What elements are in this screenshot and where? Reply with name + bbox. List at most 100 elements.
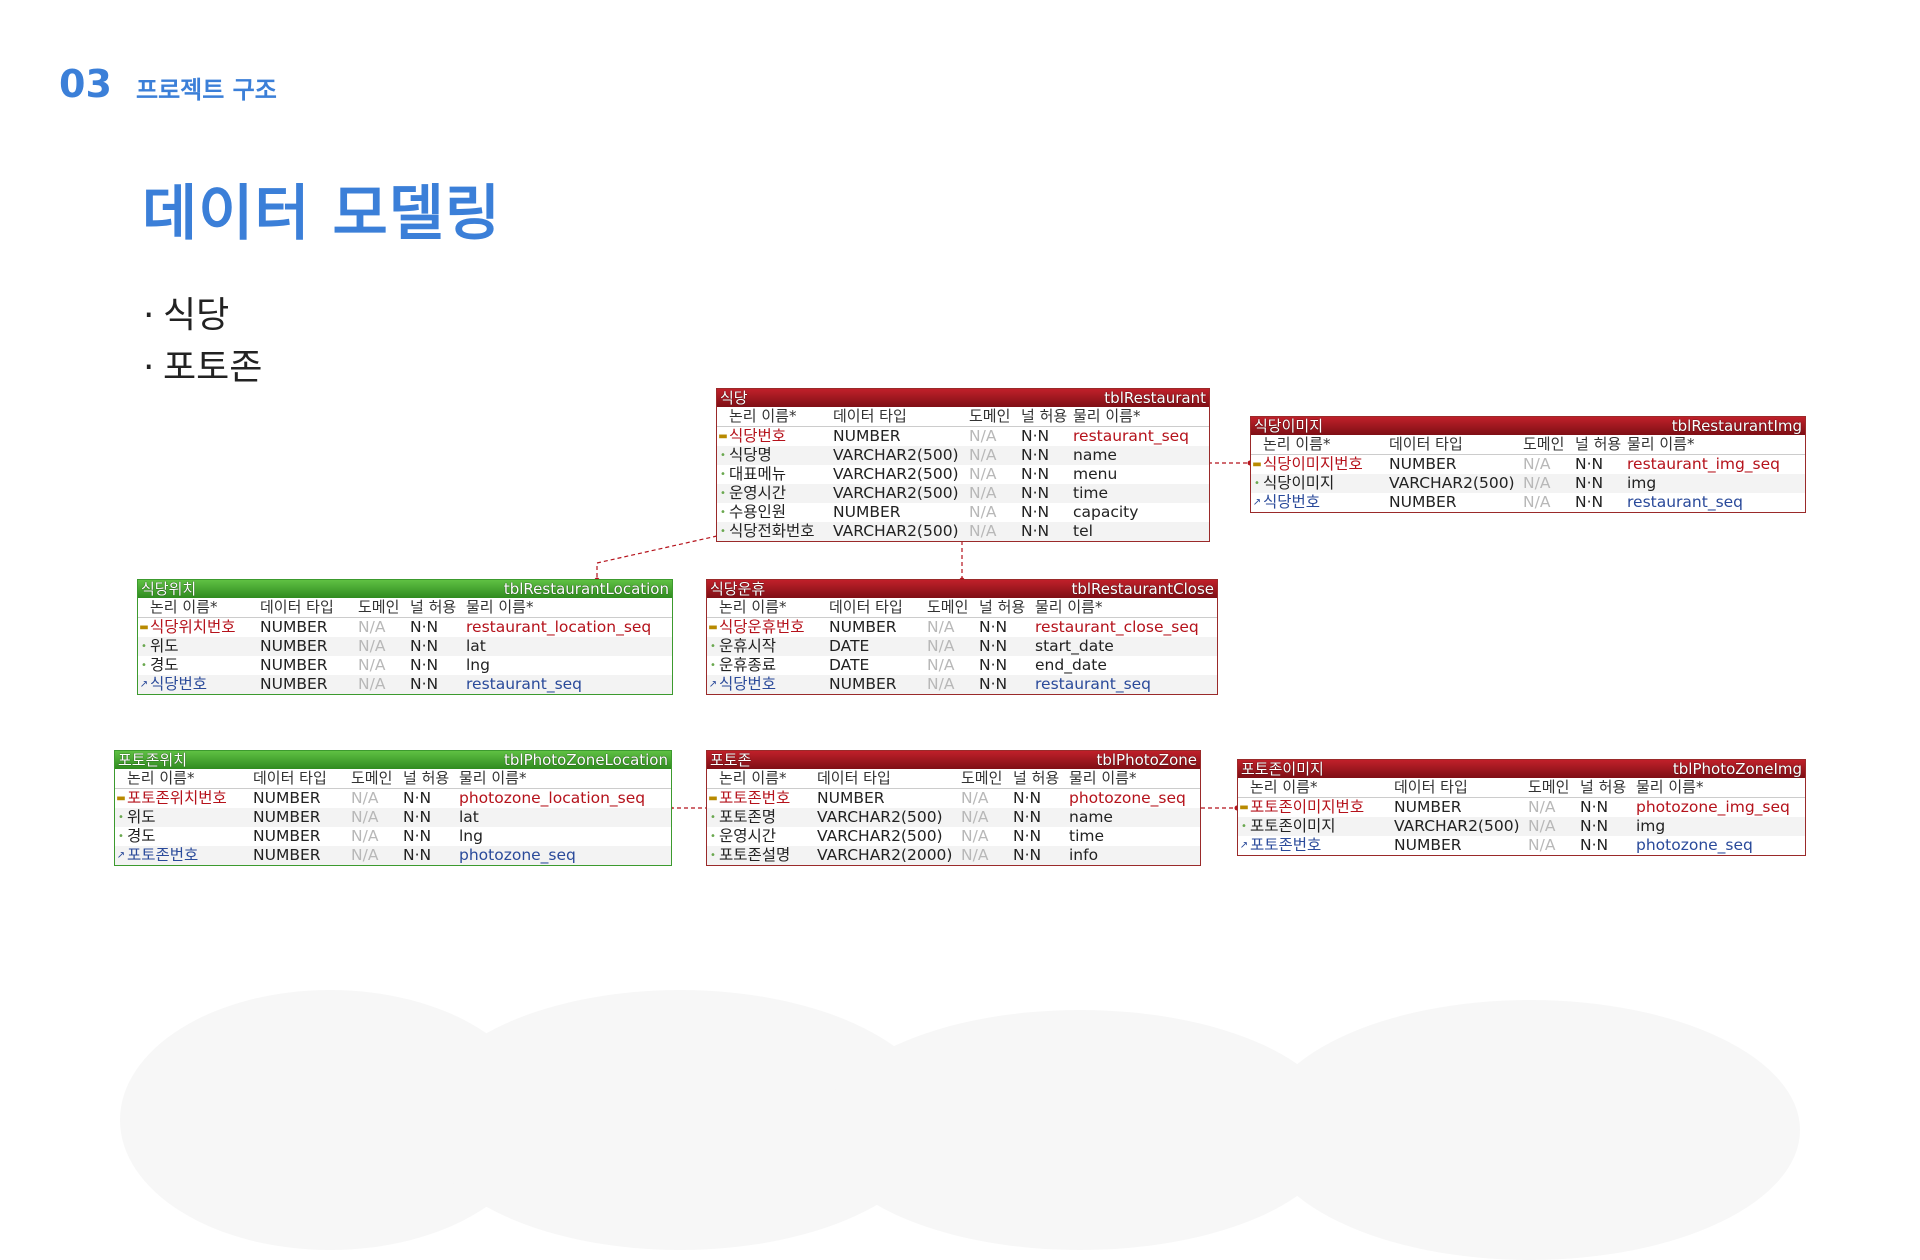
cell-logical: 식당번호 bbox=[729, 427, 787, 445]
cell-null: N·N bbox=[979, 618, 1008, 636]
cell-logical: 대표메뉴 bbox=[729, 465, 787, 483]
cell-type: NUMBER bbox=[829, 675, 897, 693]
cell-logical: 포토존번호 bbox=[1250, 836, 1322, 854]
cell-type: NUMBER bbox=[253, 827, 321, 845]
column-header-row: 논리 이름* 데이터 타입 도메인 널 허용 물리 이름* bbox=[1238, 778, 1805, 798]
table-row[interactable]: ▬ 포토존이미지번호 NUMBER N/A N·N photozone_img_seq bbox=[1238, 798, 1805, 817]
table-row[interactable]: • 식당명 VARCHAR2(500) N/A N·N name bbox=[717, 446, 1209, 465]
cell-null: N·N bbox=[1580, 817, 1609, 835]
table-photozone[interactable]: 포토존 tblPhotoZone 논리 이름* 데이터 타입 도메인 널 허용 물리 이름*… bbox=[706, 750, 1201, 866]
cell-type: DATE bbox=[829, 656, 870, 674]
attribute-icon: • bbox=[141, 660, 147, 671]
table-row[interactable]: • 경도 NUMBER N/A N·N lng bbox=[115, 827, 671, 846]
cell-domain: N/A bbox=[927, 656, 955, 674]
table-row[interactable]: ↗ 식당번호 NUMBER N/A N·N restaurant_seq bbox=[1251, 493, 1805, 512]
column-header bbox=[1238, 778, 1250, 797]
table-row[interactable]: ▬ 포토존번호 NUMBER N/A N·N photozone_seq bbox=[707, 789, 1200, 808]
cell-type: VARCHAR2(500) bbox=[833, 484, 959, 502]
cell-domain: N/A bbox=[351, 827, 379, 845]
table-row[interactable]: ↗ 식당번호 NUMBER N/A N·N restaurant_seq bbox=[707, 675, 1217, 694]
cell-type: VARCHAR2(500) bbox=[1389, 474, 1515, 492]
cell-physical: restaurant_close_seq bbox=[1035, 618, 1199, 636]
table-row[interactable]: • 포토존설명 VARCHAR2(2000) N/A N·N info bbox=[707, 846, 1200, 865]
cell-physical: restaurant_img_seq bbox=[1627, 455, 1781, 473]
column-header-row: 논리 이름* 데이터 타입 도메인 널 허용 물리 이름* bbox=[707, 598, 1217, 618]
table-logical-name: 포토존위치 bbox=[118, 751, 188, 769]
cell-domain: N/A bbox=[969, 503, 997, 521]
table-row[interactable]: ▬ 식당번호 NUMBER N/A N·N restaurant_seq bbox=[717, 427, 1209, 446]
table-row[interactable]: ↗ 포토존번호 NUMBER N/A N·N photozone_seq bbox=[115, 846, 671, 865]
table-row[interactable]: • 위도 NUMBER N/A N·N lat bbox=[115, 808, 671, 827]
column-header: 널 허용 bbox=[403, 769, 450, 787]
cell-domain: N/A bbox=[351, 846, 379, 864]
cell-logical: 포토존이미지 bbox=[1250, 817, 1336, 835]
table-row[interactable]: ↗ 포토존번호 NUMBER N/A N·N photozone_seq bbox=[1238, 836, 1805, 855]
table-row[interactable]: • 운영시간 VARCHAR2(500) N/A N·N time bbox=[717, 484, 1209, 503]
column-header: 널 허용 bbox=[1580, 778, 1627, 796]
column-header: 도메인 bbox=[1523, 435, 1565, 453]
table-row[interactable]: • 식당전화번호 VARCHAR2(500) N/A N·N tel bbox=[717, 522, 1209, 541]
table-restaurant-img[interactable]: 식당이미지 tblRestaurantImg 논리 이름* 데이터 타입 도메인 널 허용… bbox=[1250, 416, 1806, 513]
attribute-icon: • bbox=[710, 660, 716, 671]
column-header bbox=[1251, 435, 1263, 454]
cell-type: NUMBER bbox=[260, 656, 328, 674]
cell-physical: lng bbox=[466, 656, 490, 674]
foreign-key-icon: ↗ bbox=[1252, 497, 1262, 508]
cell-physical: start_date bbox=[1035, 637, 1114, 655]
cell-domain: N/A bbox=[961, 827, 989, 845]
table-row[interactable]: • 포토존이미지 VARCHAR2(500) N/A N·N img bbox=[1238, 817, 1805, 836]
table-title-bar: 식당운휴 tblRestaurantClose bbox=[707, 580, 1217, 598]
cell-domain: N/A bbox=[969, 427, 997, 445]
table-title-bar: 포토존 tblPhotoZone bbox=[707, 751, 1200, 769]
table-row[interactable]: • 포토존명 VARCHAR2(500) N/A N·N name bbox=[707, 808, 1200, 827]
table-photozone-location[interactable]: 포토존위치 tblPhotoZoneLocation 논리 이름* 데이터 타입 도메인… bbox=[114, 750, 672, 866]
cell-physical: photozone_location_seq bbox=[459, 789, 646, 807]
table-row[interactable]: ▬ 식당이미지번호 NUMBER N/A N·N restaurant_img_seq bbox=[1251, 455, 1805, 474]
cell-physical: restaurant_seq bbox=[1035, 675, 1152, 693]
primary-key-icon: ▬ bbox=[116, 793, 126, 804]
column-header: 도메인 bbox=[351, 769, 393, 787]
table-physical-name: tblPhotoZone bbox=[1096, 751, 1197, 769]
table-row[interactable]: • 운휴시작 DATE N/A N·N start_date bbox=[707, 637, 1217, 656]
table-row[interactable]: ▬ 포토존위치번호 NUMBER N/A N·N photozone_location_s… bbox=[115, 789, 671, 808]
cell-domain: N/A bbox=[358, 656, 386, 674]
table-restaurant-location[interactable]: 식당위치 tblRestaurantLocation 논리 이름* 데이터 타입 도메인… bbox=[137, 579, 673, 695]
cell-logical: 식당명 bbox=[729, 446, 772, 464]
primary-key-icon: ▬ bbox=[139, 622, 149, 633]
cell-physical: menu bbox=[1073, 465, 1118, 483]
table-row[interactable]: • 경도 NUMBER N/A N·N lng bbox=[138, 656, 672, 675]
cell-physical: img bbox=[1636, 817, 1666, 835]
cell-logical: 포토존번호 bbox=[719, 789, 791, 807]
cell-logical: 포토존위치번호 bbox=[127, 789, 227, 807]
column-header: 논리 이름* bbox=[719, 769, 787, 787]
cell-physical: name bbox=[1069, 808, 1113, 826]
table-row[interactable]: ▬ 식당운휴번호 NUMBER N/A N·N restaurant_close_seq bbox=[707, 618, 1217, 637]
table-physical-name: tblRestaurantImg bbox=[1671, 417, 1802, 435]
cell-logical: 식당운휴번호 bbox=[719, 618, 805, 636]
table-row[interactable]: • 운영시간 VARCHAR2(500) N/A N·N time bbox=[707, 827, 1200, 846]
table-row[interactable]: • 식당이미지 VARCHAR2(500) N/A N·N img bbox=[1251, 474, 1805, 493]
attribute-icon: • bbox=[720, 526, 726, 537]
table-restaurant-close[interactable]: 식당운휴 tblRestaurantClose 논리 이름* 데이터 타입 도메인 널 허… bbox=[706, 579, 1218, 695]
table-row[interactable]: • 대표메뉴 VARCHAR2(500) N/A N·N menu bbox=[717, 465, 1209, 484]
table-row[interactable]: ↗ 식당번호 NUMBER N/A N·N restaurant_seq bbox=[138, 675, 672, 694]
cell-null: N·N bbox=[1013, 827, 1042, 845]
table-row[interactable]: • 위도 NUMBER N/A N·N lat bbox=[138, 637, 672, 656]
table-logical-name: 식당운휴 bbox=[710, 580, 766, 598]
column-header: 물리 이름* bbox=[1636, 778, 1704, 796]
table-row[interactable]: ▬ 식당위치번호 NUMBER N/A N·N restaurant_location_s… bbox=[138, 618, 672, 637]
column-header: 널 허용 bbox=[979, 598, 1026, 616]
cell-physical: img bbox=[1627, 474, 1657, 492]
table-row[interactable]: • 운휴종료 DATE N/A N·N end_date bbox=[707, 656, 1217, 675]
foreign-key-icon: ↗ bbox=[139, 679, 149, 690]
table-restaurant[interactable]: 식당 tblRestaurant 논리 이름* 데이터 타입 도메인 널 허용 물리 이름*… bbox=[716, 388, 1210, 542]
cell-physical: photozone_seq bbox=[1636, 836, 1753, 854]
cell-null: N·N bbox=[1575, 493, 1604, 511]
column-header: 데이터 타입 bbox=[253, 769, 327, 787]
cell-type: NUMBER bbox=[1389, 455, 1457, 473]
table-row[interactable]: • 수용인원 NUMBER N/A N·N capacity bbox=[717, 503, 1209, 522]
cell-domain: N/A bbox=[961, 846, 989, 864]
cell-null: N·N bbox=[403, 789, 432, 807]
table-photozone-img[interactable]: 포토존이미지 tblPhotoZoneImg 논리 이름* 데이터 타입 도메인 널 허용… bbox=[1237, 759, 1806, 856]
cell-logical: 식당번호 bbox=[150, 675, 208, 693]
